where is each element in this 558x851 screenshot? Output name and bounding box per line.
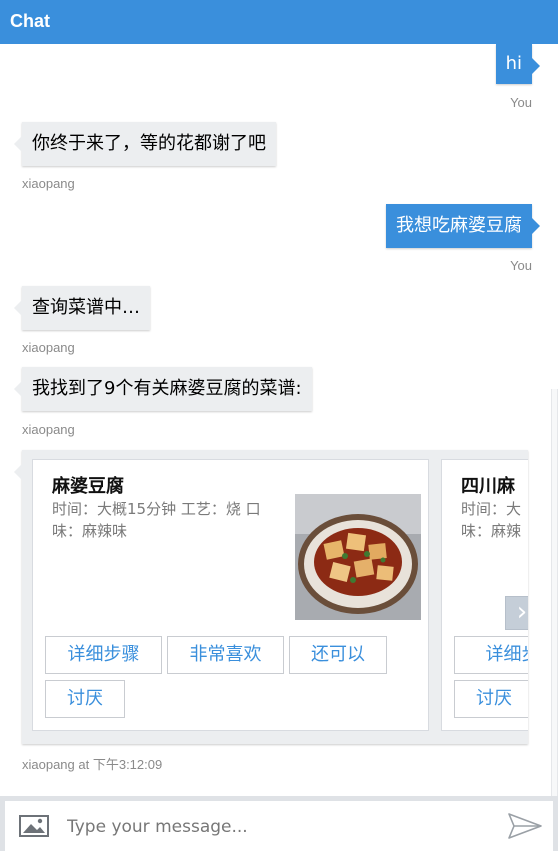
message-sender: You: [510, 258, 532, 273]
message-text: 我找到了9个有关麻婆豆腐的菜谱:: [32, 378, 302, 399]
carousel-viewport[interactable]: 麻婆豆腐 时间：大概15分钟 工艺：烧 口味：麻辣味 详细步骤 非常喜欢 还可以…: [22, 450, 528, 744]
scrollbar-thumb[interactable]: [552, 389, 557, 796]
recipe-photo: [295, 494, 421, 620]
chevron-right-icon: ›: [516, 597, 528, 627]
message-sender: You: [510, 95, 532, 110]
dislike-button[interactable]: 讨厌: [45, 680, 125, 718]
recipe-card: 麻婆豆腐 时间：大概15分钟 工艺：烧 口味：麻辣味 详细步骤 非常喜欢 还可以…: [32, 459, 429, 731]
user-message-bubble: hi: [495, 44, 541, 84]
chat-title: Chat: [10, 11, 50, 31]
mapo-tofu-image: [295, 494, 421, 620]
dislike-button[interactable]: 讨厌: [454, 680, 528, 718]
detail-steps-button[interactable]: 详细步: [454, 636, 528, 674]
message-text: hi: [505, 53, 522, 74]
composer-box: [5, 801, 553, 851]
message-text: 你终于来了，等的花都谢了吧: [32, 133, 266, 154]
chat-header: Chat: [0, 0, 558, 44]
message-list[interactable]: hi You 你终于来了，等的花都谢了吧 xiaopang 我想吃麻婆豆腐 Yo…: [0, 44, 558, 796]
recipe-card: 四川麻 时间：大 味：麻辣 详细步 讨厌: [441, 459, 528, 731]
recipe-title: 四川麻: [461, 476, 515, 497]
bot-message-bubble: 你终于来了，等的花都谢了吧: [14, 122, 276, 166]
recipe-title: 麻婆豆腐: [52, 476, 124, 497]
message-sender-time: xiaopang at 下午3:12:09: [22, 757, 163, 772]
recipe-carousel: 麻婆豆腐 时间：大概15分钟 工艺：烧 口味：麻辣味 详细步骤 非常喜欢 还可以…: [14, 450, 528, 744]
chat-scrollbar[interactable]: [551, 389, 558, 796]
love-it-button[interactable]: 非常喜欢: [167, 636, 284, 674]
recipe-description: 时间：大 味：麻辣: [461, 500, 522, 540]
message-text: 查询菜谱中…: [32, 297, 140, 318]
send-icon[interactable]: [507, 812, 543, 840]
carousel-next-button[interactable]: ›: [505, 596, 528, 630]
recipe-description: 时间：大概15分钟 工艺：烧 口味：麻辣味: [52, 500, 261, 540]
message-sender: xiaopang: [22, 176, 75, 191]
message-sender: xiaopang: [22, 422, 75, 437]
user-message-bubble: 我想吃麻婆豆腐: [386, 204, 540, 248]
detail-steps-button[interactable]: 详细步骤: [45, 636, 162, 674]
bot-message-bubble: 查询菜谱中…: [14, 286, 150, 330]
image-icon[interactable]: [19, 815, 49, 837]
message-sender: xiaopang: [22, 340, 75, 355]
message-text: 我想吃麻婆豆腐: [396, 215, 522, 236]
message-input[interactable]: [65, 809, 489, 845]
its-ok-button[interactable]: 还可以: [289, 636, 387, 674]
bot-message-bubble: 我找到了9个有关麻婆豆腐的菜谱:: [14, 367, 312, 411]
message-composer: [0, 796, 558, 851]
